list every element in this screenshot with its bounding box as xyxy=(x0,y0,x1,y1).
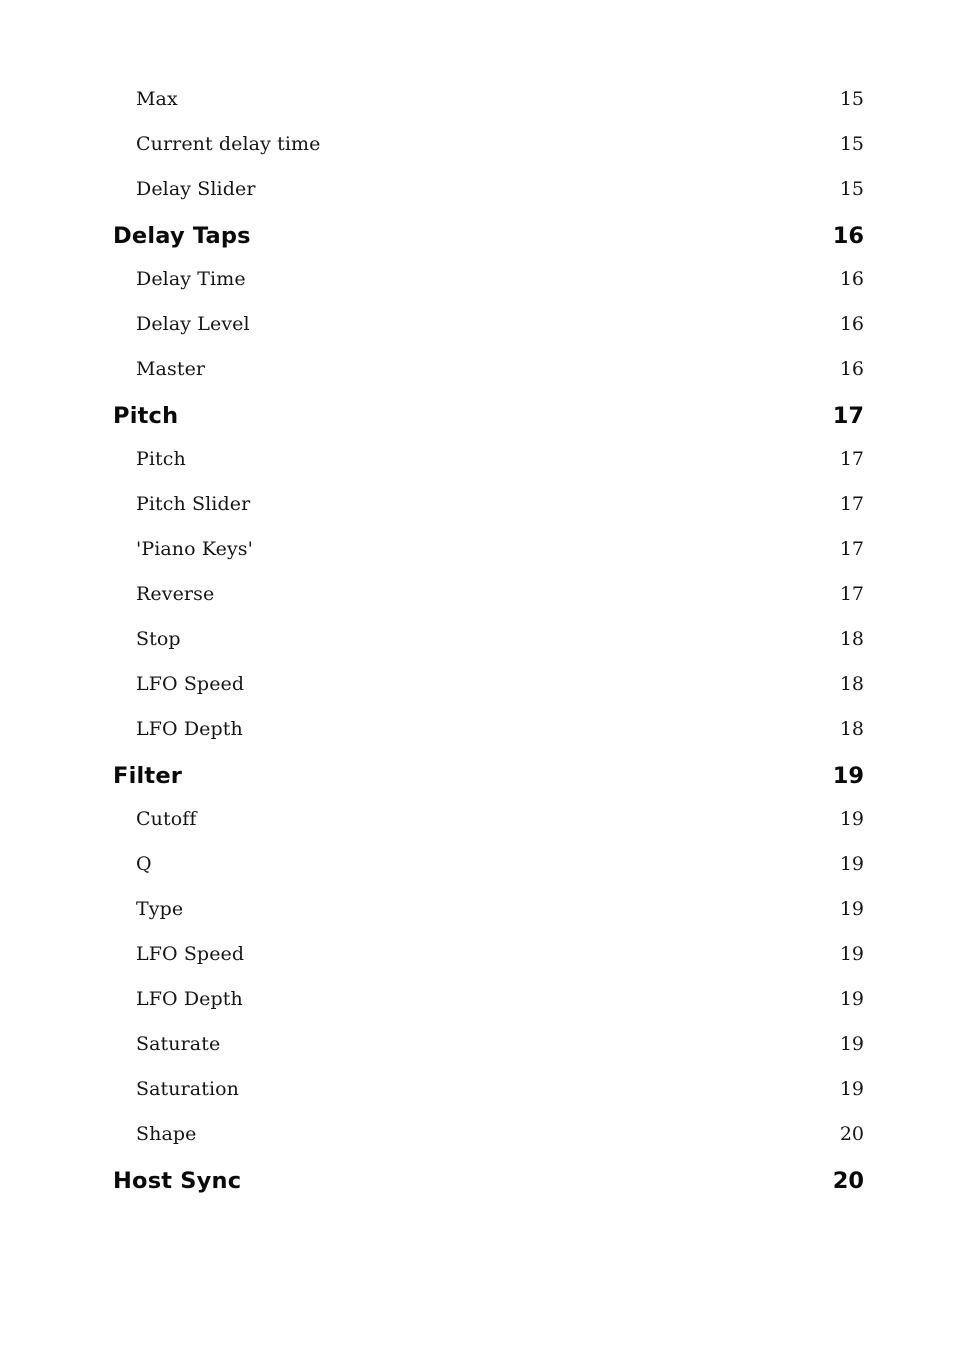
toc-section-label: Host Sync xyxy=(113,1168,242,1194)
toc-entry-label: LFO Speed xyxy=(136,673,245,695)
toc-entry-page-number: 15 xyxy=(839,178,864,200)
toc-entry-row[interactable]: Pitch Slider 17 xyxy=(113,493,864,538)
toc-entry-page-number: 16 xyxy=(839,358,864,380)
toc-section-page-number: 16 xyxy=(832,223,864,249)
toc-entry-row[interactable]: Stop 18 xyxy=(113,628,864,673)
toc-entry-page-number: 16 xyxy=(839,313,864,335)
toc-section-page-number: 17 xyxy=(832,403,864,429)
toc-entry-row[interactable]: Cutoff 19 xyxy=(113,808,864,853)
toc-entry-label: Cutoff xyxy=(136,808,197,830)
toc-entry-row[interactable]: 'Piano Keys' 17 xyxy=(113,538,864,583)
toc-entry-label: Reverse xyxy=(136,583,215,605)
toc-entry-page-number: 15 xyxy=(839,88,864,110)
toc-entry-label: Delay Level xyxy=(136,313,250,335)
toc-entry-page-number: 18 xyxy=(839,628,864,650)
toc-entry-label: LFO Depth xyxy=(136,718,243,740)
toc-section-row[interactable]: Filter 19 xyxy=(113,763,864,808)
toc-entry-page-number: 19 xyxy=(839,943,864,965)
toc-entry-label: Stop xyxy=(136,628,181,650)
toc-entry-row[interactable]: Delay Time 16 xyxy=(113,268,864,313)
toc-entry-row[interactable]: LFO Depth 19 xyxy=(113,988,864,1033)
toc-entry-page-number: 18 xyxy=(839,673,864,695)
toc-entry-label: Delay Slider xyxy=(136,178,256,200)
toc-entry-row[interactable]: LFO Speed 19 xyxy=(113,943,864,988)
toc-entry-page-number: 17 xyxy=(839,493,864,515)
toc-section-label: Delay Taps xyxy=(113,223,251,249)
toc-entry-page-number: 20 xyxy=(839,1123,864,1145)
toc-entry-label: Pitch Slider xyxy=(136,493,251,515)
toc-entry-label: Q xyxy=(136,853,152,875)
toc-entry-page-number: 19 xyxy=(839,1033,864,1055)
toc-entry-label: 'Piano Keys' xyxy=(136,538,253,560)
toc-entry-row[interactable]: Saturation 19 xyxy=(113,1078,864,1123)
toc-entry-page-number: 19 xyxy=(839,1078,864,1100)
table-of-contents: Max 15 Current delay time 15 Delay Slider 15 D… xyxy=(113,88,864,1213)
toc-entry-page-number: 19 xyxy=(839,808,864,830)
toc-entry-page-number: 19 xyxy=(839,853,864,875)
toc-entry-label: LFO Speed xyxy=(136,943,245,965)
toc-entry-row[interactable]: Current delay time 15 xyxy=(113,133,864,178)
toc-section-row[interactable]: Pitch 17 xyxy=(113,403,864,448)
toc-entry-label: Master xyxy=(136,358,206,380)
toc-entry-row[interactable]: Delay Level 16 xyxy=(113,313,864,358)
toc-entry-page-number: 18 xyxy=(839,718,864,740)
toc-entry-row[interactable]: Pitch 17 xyxy=(113,448,864,493)
toc-entry-row[interactable]: Type 19 xyxy=(113,898,864,943)
toc-entry-page-number: 16 xyxy=(839,268,864,290)
document-page: Max 15 Current delay time 15 Delay Slider 15 D… xyxy=(0,0,954,1351)
toc-section-page-number: 19 xyxy=(832,763,864,789)
toc-entry-label: Saturate xyxy=(136,1033,221,1055)
toc-section-label: Filter xyxy=(113,763,183,789)
toc-entry-row[interactable]: LFO Depth 18 xyxy=(113,718,864,763)
toc-entry-label: Delay Time xyxy=(136,268,246,290)
toc-entry-label: Type xyxy=(136,898,184,920)
toc-entry-row[interactable]: Delay Slider 15 xyxy=(113,178,864,223)
toc-entry-page-number: 17 xyxy=(839,448,864,470)
toc-entry-page-number: 19 xyxy=(839,988,864,1010)
toc-section-page-number: 20 xyxy=(832,1168,864,1194)
toc-entry-row[interactable]: Shape 20 xyxy=(113,1123,864,1168)
toc-entry-row[interactable]: Max 15 xyxy=(113,88,864,133)
toc-entry-label: LFO Depth xyxy=(136,988,243,1010)
toc-entry-page-number: 17 xyxy=(839,538,864,560)
toc-entry-label: Current delay time xyxy=(136,133,321,155)
toc-entry-label: Saturation xyxy=(136,1078,240,1100)
toc-entry-label: Max xyxy=(136,88,178,110)
toc-entry-label: Pitch xyxy=(136,448,186,470)
toc-entry-page-number: 17 xyxy=(839,583,864,605)
toc-section-row[interactable]: Host Sync 20 xyxy=(113,1168,864,1213)
toc-entry-row[interactable]: Q 19 xyxy=(113,853,864,898)
toc-section-label: Pitch xyxy=(113,403,179,429)
toc-section-row[interactable]: Delay Taps 16 xyxy=(113,223,864,268)
toc-entry-page-number: 15 xyxy=(839,133,864,155)
toc-entry-label: Shape xyxy=(136,1123,197,1145)
toc-entry-row[interactable]: Saturate 19 xyxy=(113,1033,864,1078)
toc-entry-page-number: 19 xyxy=(839,898,864,920)
toc-entry-row[interactable]: Master 16 xyxy=(113,358,864,403)
toc-entry-row[interactable]: Reverse 17 xyxy=(113,583,864,628)
toc-entry-row[interactable]: LFO Speed 18 xyxy=(113,673,864,718)
